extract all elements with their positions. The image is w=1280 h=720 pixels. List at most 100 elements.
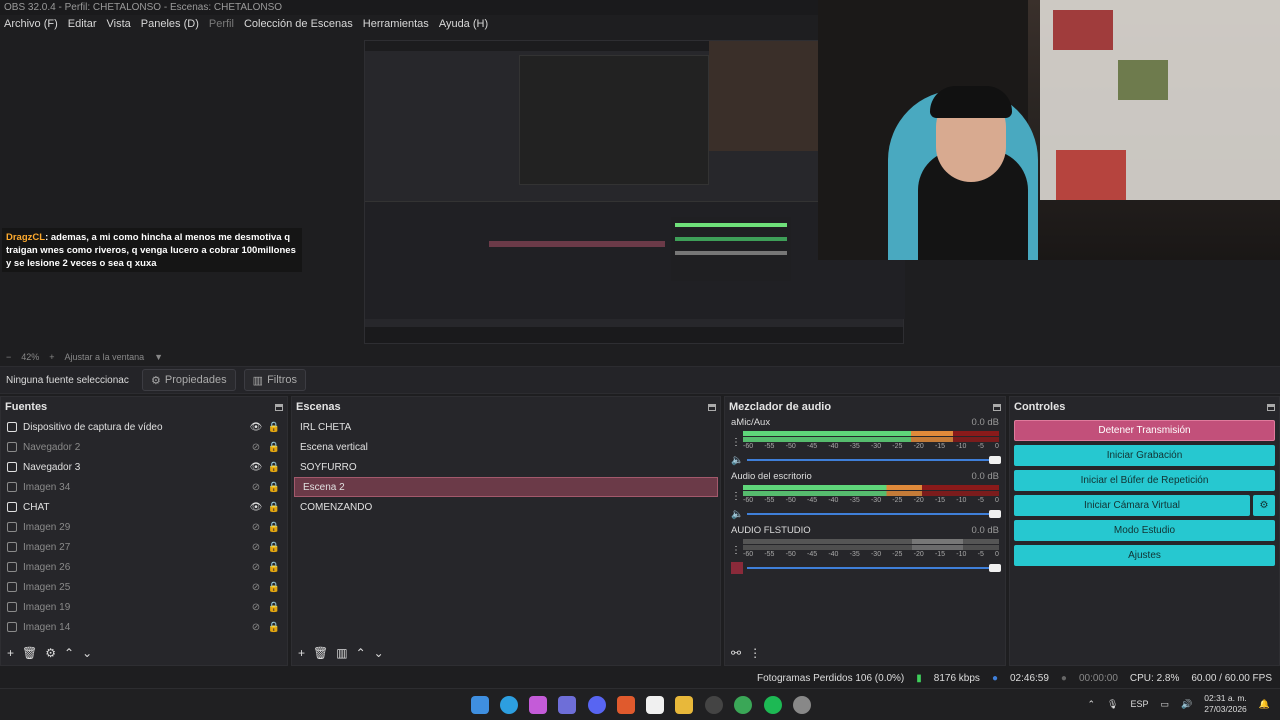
undock-icon[interactable] [275,403,283,411]
properties-button[interactable]: ⚙ Propiedades [142,369,236,391]
volume-slider[interactable] [747,510,1001,518]
zoom-out-button[interactable]: − [6,352,11,362]
more-icon[interactable]: ⋮ [731,491,743,502]
eye-slash-icon[interactable]: ⊘ [249,442,263,453]
mic-icon[interactable]: 🎙 [1107,699,1118,710]
more-icon[interactable]: ⋮ [731,545,743,556]
volume-slider[interactable] [747,564,1001,572]
more-icon[interactable]: ⋮ [749,646,761,660]
trash-icon[interactable]: 🗑 [313,646,328,660]
chevron-down-icon[interactable]: ▼ [154,352,163,362]
menu-item[interactable]: Perfil [209,18,234,30]
scene-item[interactable]: Escena vertical [292,437,720,457]
virtual-camera-settings-gear-icon[interactable]: ⚙ [1253,495,1275,516]
file-icon[interactable] [646,696,664,714]
more-icon[interactable]: ⋮ [731,437,743,448]
folder-icon[interactable] [675,696,693,714]
source-row[interactable]: Imagen 34 ⊘ 🔒 [1,477,287,497]
start-icon[interactable] [471,696,489,714]
control-button[interactable]: Ajustes [1014,545,1275,566]
add-scene-button[interactable]: + [298,646,305,660]
eye-slash-icon[interactable]: ⊘ [249,582,263,593]
menu-item[interactable]: Ayuda (H) [439,18,488,30]
source-row[interactable]: Imagen 25 ⊘ 🔒 [1,577,287,597]
source-row[interactable]: Navegador 2 ⊘ 🔒 [1,437,287,457]
chevron-up-icon[interactable]: ⌃ [1088,699,1096,710]
source-row[interactable]: Imagen 27 ⊘ 🔒 [1,537,287,557]
eye-slash-icon[interactable]: ⊘ [249,602,263,613]
scene-item[interactable]: SOYFURRO [292,457,720,477]
eye-slash-icon[interactable]: ⊘ [249,562,263,573]
eye-slash-icon[interactable]: ⊘ [249,622,263,633]
zoom-in-button[interactable]: + [49,352,54,362]
lock-icon[interactable]: 🔒 [267,482,281,493]
eye-slash-icon[interactable]: ⊘ [249,522,263,533]
slider-knob[interactable] [989,510,1001,518]
copilot-icon[interactable] [529,696,547,714]
eye-icon[interactable]: 👁 [249,462,263,473]
speaker-icon[interactable]: 🔈 [731,455,743,466]
scene-item[interactable]: Escena 2 [294,477,718,497]
source-row[interactable]: Imagen 19 ⊘ 🔒 [1,597,287,617]
chevron-up-icon[interactable]: ⌃ [64,646,74,660]
source-row[interactable]: Imagen 29 ⊘ 🔒 [1,517,287,537]
menu-item[interactable]: Editar [68,18,97,30]
menu-item[interactable]: Vista [107,18,131,30]
slider-knob[interactable] [989,564,1001,572]
app-icon[interactable] [558,696,576,714]
source-row[interactable]: Navegador 3 👁 🔒 [1,457,287,477]
volume-slider[interactable] [747,456,1001,464]
settings-icon[interactable] [793,696,811,714]
control-button[interactable]: Modo Estudio [1014,520,1275,541]
brave-icon[interactable] [617,696,635,714]
undock-icon[interactable] [993,403,1001,411]
fit-window-label[interactable]: Ajustar a la ventana [65,352,145,362]
chrome-icon[interactable] [734,696,752,714]
filters-button[interactable]: ▥ Filtros [243,369,307,391]
eye-slash-icon[interactable]: ⊘ [249,482,263,493]
control-button[interactable]: Iniciar Cámara Virtual [1014,495,1250,516]
undock-icon[interactable] [1267,403,1275,411]
undock-icon[interactable] [708,403,716,411]
lock-icon[interactable]: 🔒 [267,562,281,573]
clock[interactable]: 02:31 a. m. 27/03/2026 [1204,693,1247,715]
gear-icon[interactable]: ⚙ [45,646,56,660]
menu-item[interactable]: Colección de Escenas [244,18,353,30]
source-row[interactable]: Dispositivo de captura de vídeo 👁 🔒 [1,417,287,437]
add-source-button[interactable]: + [7,646,14,660]
speaker-icon[interactable]: 🔈 [731,509,743,520]
volume-icon[interactable]: 🔊 [1181,699,1192,710]
notification-icon[interactable]: 🔔 [1259,699,1270,710]
control-button[interactable]: Iniciar el Búfer de Repetición [1014,470,1275,491]
eye-icon[interactable]: 👁 [249,502,263,513]
filter-icon[interactable]: ▥ [336,646,347,660]
muted-speaker-icon[interactable] [731,562,743,574]
lock-icon[interactable]: 🔒 [267,462,281,473]
trash-icon[interactable]: 🗑 [22,646,37,660]
scene-item[interactable]: COMENZANDO [292,497,720,517]
source-row[interactable]: CHAT 👁 🔒 [1,497,287,517]
lock-icon[interactable]: 🔒 [267,422,281,433]
slider-knob[interactable] [989,456,1001,464]
menu-item[interactable]: Archivo (F) [4,18,58,30]
source-row[interactable]: Imagen 14 ⊘ 🔒 [1,617,287,637]
lock-icon[interactable]: 🔒 [267,602,281,613]
chevron-down-icon[interactable]: ⌄ [374,646,384,660]
chevron-down-icon[interactable]: ⌄ [82,646,92,660]
control-button[interactable]: Iniciar Grabación [1014,445,1275,466]
link-icon[interactable]: ⚯ [731,646,741,660]
chevron-up-icon[interactable]: ⌃ [356,646,366,660]
scene-item[interactable]: IRL CHETA [292,417,720,437]
eye-slash-icon[interactable]: ⊘ [249,542,263,553]
lock-icon[interactable]: 🔒 [267,542,281,553]
control-button[interactable]: Detener Transmisión [1014,420,1275,441]
lock-icon[interactable]: 🔒 [267,582,281,593]
network-icon[interactable]: ▭ [1161,699,1170,710]
lock-icon[interactable]: 🔒 [267,622,281,633]
edge-icon[interactable] [500,696,518,714]
menu-item[interactable]: Paneles (D) [141,18,199,30]
obs-icon[interactable] [705,696,723,714]
discord-icon[interactable] [588,696,606,714]
lock-icon[interactable]: 🔒 [267,502,281,513]
spotify-icon[interactable] [764,696,782,714]
